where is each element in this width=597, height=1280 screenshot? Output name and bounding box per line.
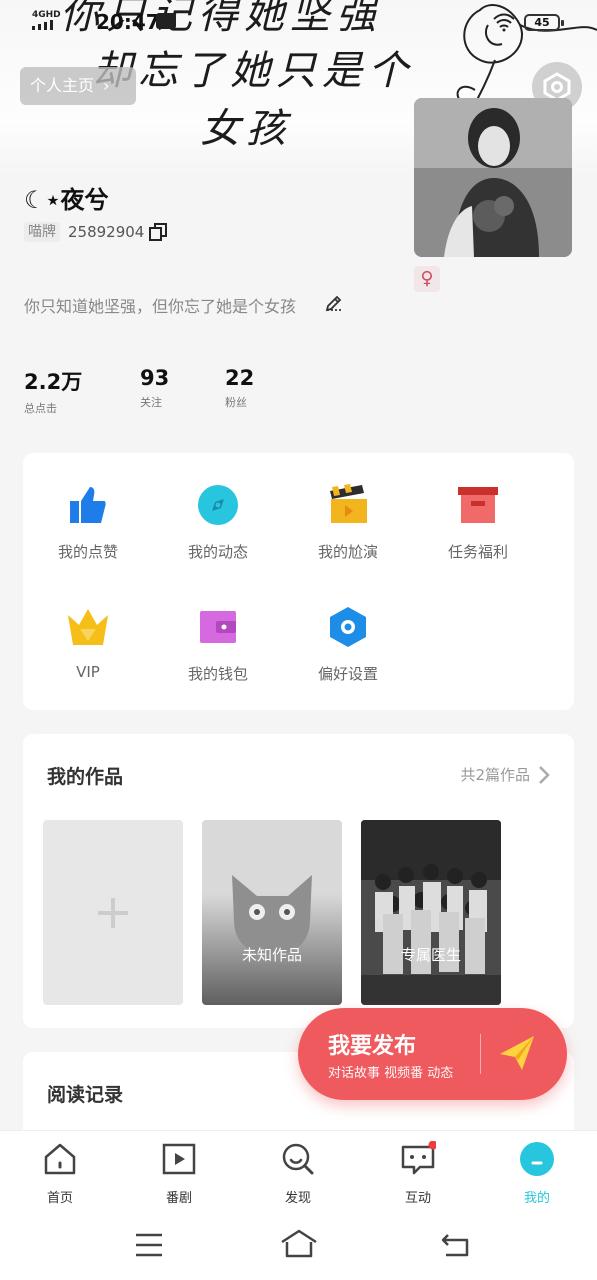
stat-value: 2.2万 bbox=[24, 370, 83, 394]
status-bar: 4GHD 20:47 45 bbox=[0, 0, 597, 46]
works-count-link[interactable]: 共2篇作品 bbox=[460, 764, 550, 785]
works-count-label: 共2篇作品 bbox=[460, 766, 530, 784]
tab-series[interactable]: 番剧 bbox=[139, 1141, 219, 1206]
back-icon[interactable] bbox=[440, 1232, 470, 1258]
id-label: 喵牌 bbox=[24, 222, 60, 242]
feature-label: 偏好设置 bbox=[317, 665, 378, 683]
message-icon bbox=[400, 1140, 438, 1177]
discover-icon bbox=[280, 1141, 316, 1177]
compass-icon bbox=[196, 483, 240, 527]
battery-indicator: 45 bbox=[524, 14, 564, 31]
chevron-right-icon bbox=[539, 765, 550, 784]
section-title: 阅读记录 bbox=[47, 1084, 124, 1106]
feature-task-rewards[interactable]: 任务福利 bbox=[413, 483, 543, 562]
feature-label: 我的动态 bbox=[187, 543, 248, 561]
clapperboard-icon bbox=[326, 483, 370, 527]
divider bbox=[480, 1034, 481, 1074]
tab-discover[interactable]: 发现 bbox=[258, 1141, 338, 1206]
feature-my-wallet[interactable]: 我的钱包 bbox=[153, 605, 283, 684]
work-item[interactable]: 未知作品 bbox=[202, 820, 342, 1005]
paper-plane-icon bbox=[500, 1036, 534, 1070]
banner-text-line3: 女孩 bbox=[200, 106, 292, 152]
wifi-icon bbox=[492, 12, 516, 37]
notification-icon bbox=[156, 13, 176, 29]
feature-vip[interactable]: VIP bbox=[23, 605, 153, 681]
feature-my-moments[interactable]: 我的动态 bbox=[153, 483, 283, 562]
stat-label: 粉丝 bbox=[225, 396, 247, 409]
feature-label: 我的点赞 bbox=[57, 543, 118, 561]
feature-label: 任务福利 bbox=[447, 543, 508, 561]
feature-label: VIP bbox=[76, 663, 100, 681]
work-cover-image bbox=[361, 820, 501, 1005]
stat-value: 22 bbox=[225, 366, 255, 390]
feature-label: 我的尬演 bbox=[317, 543, 378, 561]
bottom-tab-bar: 首页 番剧 发现 互动 我的 bbox=[0, 1130, 597, 1210]
gift-box-icon bbox=[456, 483, 500, 527]
tab-label: 我的 bbox=[523, 1191, 550, 1206]
edit-bio-icon[interactable] bbox=[324, 293, 344, 313]
work-title: 未知作品 bbox=[241, 946, 302, 964]
stat-followers[interactable]: 22 粉丝 bbox=[225, 366, 254, 410]
feature-grid: 我的点赞 我的动态 我的尬演 任务福利 VIP 我的钱包 偏好设置 bbox=[23, 453, 574, 710]
chevron-right-icon: › bbox=[103, 76, 110, 95]
feature-my-performance[interactable]: 我的尬演 bbox=[283, 483, 413, 562]
user-id: 25892904 bbox=[68, 223, 145, 241]
feature-my-likes[interactable]: 我的点赞 bbox=[23, 483, 153, 562]
profile-icon bbox=[519, 1141, 555, 1177]
bio-text: 你只知道她坚强，但你忘了她是个女孩 bbox=[24, 297, 297, 316]
tab-home[interactable]: 首页 bbox=[20, 1141, 100, 1206]
network-type: 4GHD bbox=[32, 10, 61, 20]
tab-label: 发现 bbox=[284, 1191, 311, 1206]
copy-icon[interactable] bbox=[148, 222, 168, 242]
publish-title: 我要发布 bbox=[328, 1034, 417, 1059]
plus-icon bbox=[98, 898, 128, 928]
publish-subtitle: 对话故事 视频番 动态 bbox=[328, 1066, 454, 1081]
stat-value: 93 bbox=[140, 366, 170, 390]
thumbs-up-icon bbox=[66, 483, 110, 527]
stat-following[interactable]: 93 关注 bbox=[140, 366, 169, 410]
tab-interaction[interactable]: 互动 bbox=[378, 1140, 458, 1206]
status-time: 20:47 bbox=[96, 10, 160, 34]
my-works-section: 我的作品 共2篇作品 未知作品 专属医生 bbox=[23, 734, 574, 1028]
menu-icon[interactable] bbox=[134, 1232, 164, 1258]
profile-home-button[interactable]: 个人主页 › bbox=[20, 67, 136, 105]
add-work-button[interactable] bbox=[43, 820, 183, 1005]
banner-text-line2: 却忘了她只是个 bbox=[92, 48, 414, 94]
feature-label: 我的钱包 bbox=[187, 665, 248, 683]
home-icon bbox=[42, 1141, 78, 1177]
stat-label: 总点击 bbox=[24, 402, 57, 415]
signal-icon bbox=[32, 20, 53, 30]
play-icon bbox=[161, 1141, 197, 1177]
gender-female-icon: ♀ bbox=[414, 266, 440, 292]
stat-label: 关注 bbox=[140, 396, 162, 409]
work-title: 专属医生 bbox=[400, 946, 461, 964]
wallet-icon bbox=[196, 605, 240, 649]
profile-home-label: 个人主页 bbox=[30, 76, 95, 95]
tab-mine[interactable]: 我的 bbox=[497, 1141, 577, 1206]
settings-hexagon-icon bbox=[326, 605, 370, 649]
tab-label: 番剧 bbox=[165, 1191, 192, 1206]
work-item[interactable]: 专属医生 bbox=[361, 820, 501, 1005]
tab-label: 互动 bbox=[404, 1191, 431, 1206]
username: ☾⋆夜兮 bbox=[24, 186, 109, 214]
crown-icon bbox=[66, 605, 110, 649]
section-title: 我的作品 bbox=[47, 766, 124, 788]
system-nav-bar bbox=[0, 1210, 597, 1280]
home-nav-icon[interactable] bbox=[280, 1228, 318, 1258]
publish-button[interactable]: 我要发布 对话故事 视频番 动态 bbox=[298, 1008, 567, 1100]
avatar[interactable] bbox=[414, 98, 572, 257]
stat-total-clicks[interactable]: 2.2万 总点击 bbox=[24, 366, 82, 416]
feature-preferences[interactable]: 偏好设置 bbox=[283, 605, 413, 684]
cat-placeholder-icon bbox=[232, 875, 312, 955]
tab-label: 首页 bbox=[46, 1191, 73, 1206]
